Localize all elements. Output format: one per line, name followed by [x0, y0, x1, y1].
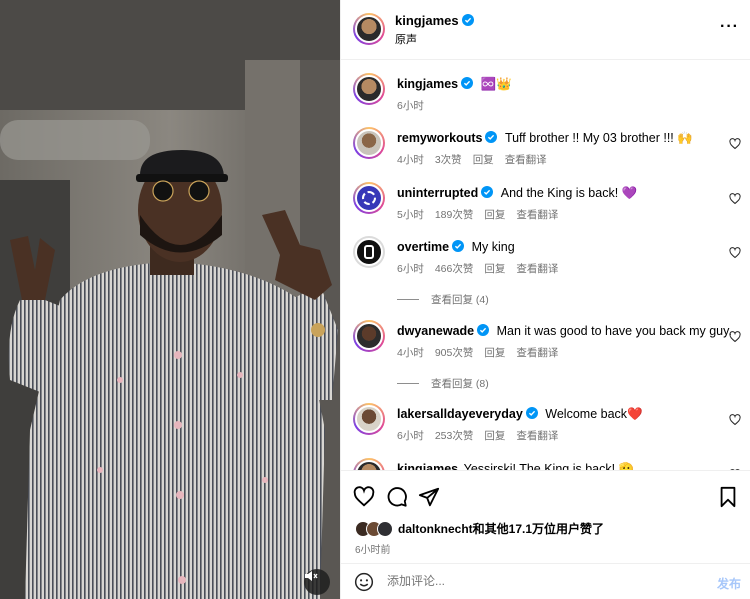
reply-button[interactable]: 回复 [484, 263, 505, 275]
comment-time: 6小时 [397, 430, 424, 442]
likes-count: 和其他17.1万位用户赞了 [472, 522, 605, 536]
caption-emojis: ♾️👑 [480, 77, 512, 91]
view-replies-button[interactable]: 查看回复 (8) [397, 376, 489, 391]
comment-time: 4小时 [397, 154, 424, 166]
author-avatar[interactable] [353, 13, 385, 45]
comment-likes[interactable]: 466次赞 [435, 263, 474, 275]
audio-label[interactable]: 原声 [395, 31, 417, 47]
comment-body: Tuff brother !! My 03 brother !!! 🙌 [504, 131, 693, 145]
comment-body: Welcome back❤️ [545, 407, 643, 421]
comment-likes[interactable]: 3次赞 [435, 154, 462, 166]
avatar[interactable] [353, 127, 385, 159]
verified-badge-icon [481, 186, 494, 198]
comment-username[interactable]: remyworkouts [397, 131, 482, 145]
add-comment-bar: 发布 [341, 563, 750, 599]
comment-icon[interactable] [386, 486, 408, 508]
reply-button[interactable]: 回复 [484, 347, 505, 359]
verified-badge-icon [485, 131, 498, 143]
comment-text: uninterrupted And the King is back! 💜 [397, 186, 637, 201]
verified-badge-icon [477, 324, 490, 336]
translate-button[interactable]: 查看翻译 [516, 263, 558, 275]
comment-input[interactable] [387, 574, 687, 588]
volume-mute-icon[interactable] [304, 569, 330, 595]
likes-user[interactable]: daltonknecht [398, 522, 473, 536]
emoji-icon[interactable] [354, 572, 374, 592]
post-actions: daltonknecht 和其他17.1万位用户赞了 6小时前 [341, 470, 750, 570]
post-image [0, 0, 340, 599]
post-comment-button[interactable]: 发布 [717, 575, 741, 592]
comment-meta: 4小时 3次赞 回复 查看翻译 [397, 152, 558, 167]
translate-button[interactable]: 查看翻译 [516, 430, 558, 442]
comment-time: 6小时 [397, 263, 424, 275]
post-time: 6小时前 [355, 545, 391, 556]
comment-text: overtime My king [397, 240, 515, 254]
avatar[interactable] [353, 320, 385, 352]
comment-meta: 4小时 905次赞 回复 查看翻译 [397, 345, 569, 360]
comment-text: remyworkouts Tuff brother !! My 03 broth… [397, 131, 693, 146]
comment-likes[interactable]: 189次赞 [435, 209, 474, 221]
caption-time: 6小时 [397, 100, 424, 112]
comment-username[interactable]: lakersalldayeveryday [397, 407, 523, 421]
post-header: kingjames 原声 ··· [341, 0, 750, 60]
comment-body: And the King is back! 💜 [500, 186, 638, 200]
bookmark-icon[interactable] [717, 486, 739, 508]
comment-text: kingjames Yessirski! The King is back! 🫡 [397, 462, 634, 470]
post-photo[interactable] [0, 0, 340, 599]
comment-meta: 5小时 189次赞 回复 查看翻译 [397, 207, 569, 222]
comment-meta: 6小时 466次赞 回复 查看翻译 [397, 261, 569, 276]
caption-username[interactable]: kingjames [397, 77, 458, 91]
verified-badge-icon [461, 77, 474, 89]
comment-body: My king [471, 240, 515, 254]
comment-time: 4小时 [397, 347, 424, 359]
comment-username[interactable]: kingjames [397, 462, 458, 470]
reply-button[interactable]: 回复 [484, 430, 505, 442]
verified-badge-icon [461, 14, 474, 26]
author-username[interactable]: kingjames [395, 13, 474, 28]
comment-username[interactable]: overtime [397, 240, 449, 254]
avatar[interactable] [353, 182, 385, 214]
comment-body: Yessirski! The King is back! 🫡 [463, 462, 635, 470]
avatar[interactable] [353, 236, 385, 268]
post-dialog: kingjames 原声 ··· kingjames ♾️👑 6小时 remyw… [0, 0, 750, 599]
comment-likes[interactable]: 905次赞 [435, 347, 474, 359]
avatar[interactable] [353, 403, 385, 435]
likes-summary[interactable]: daltonknecht 和其他17.1万位用户赞了 [355, 520, 604, 537]
reply-button[interactable]: 回复 [484, 209, 505, 221]
comment-username[interactable]: dwyanewade [397, 324, 474, 338]
comment-text: dwyanewade Man it was good to have you b… [397, 324, 732, 338]
author-avatar[interactable] [353, 73, 385, 105]
caption-text: kingjames ♾️👑 [397, 77, 512, 92]
comment-username[interactable]: uninterrupted [397, 186, 478, 200]
translate-button[interactable]: 查看翻译 [516, 347, 558, 359]
liker-avatars [355, 520, 395, 537]
reply-button[interactable]: 回复 [473, 154, 494, 166]
verified-badge-icon [452, 240, 465, 252]
more-options-icon[interactable]: ··· [720, 18, 739, 36]
comment-body: Man it was good to have you back my guy. [496, 324, 732, 338]
translate-button[interactable]: 查看翻译 [516, 209, 558, 221]
comment-text: lakersalldayeveryday Welcome back❤️ [397, 407, 643, 422]
comment-time: 5小时 [397, 209, 424, 221]
heart-icon[interactable] [729, 331, 741, 343]
post-side-panel: kingjames 原声 ··· kingjames ♾️👑 6小时 remyw… [340, 0, 750, 599]
heart-icon[interactable] [729, 138, 741, 150]
heart-icon[interactable] [729, 193, 741, 205]
comments-list[interactable]: kingjames ♾️👑 6小时 remyworkouts Tuff brot… [341, 60, 750, 470]
avatar[interactable] [353, 458, 385, 470]
heart-icon[interactable] [729, 414, 741, 426]
translate-button[interactable]: 查看翻译 [505, 154, 547, 166]
comment-meta: 6小时 253次赞 回复 查看翻译 [397, 428, 569, 443]
comment-likes[interactable]: 253次赞 [435, 430, 474, 442]
verified-badge-icon [525, 407, 538, 419]
heart-icon[interactable] [729, 247, 741, 259]
view-replies-button[interactable]: 查看回复 (4) [397, 292, 489, 307]
share-icon[interactable] [418, 486, 440, 508]
heart-icon[interactable] [353, 486, 375, 508]
